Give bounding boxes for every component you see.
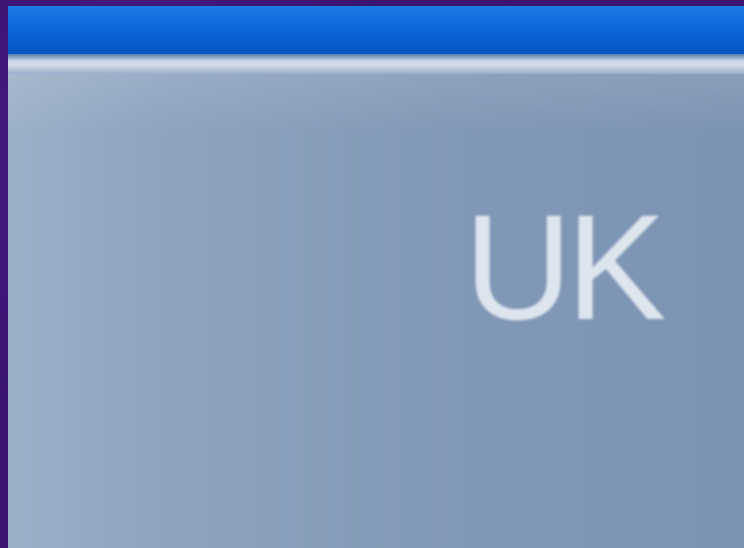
content-sheen	[8, 74, 744, 134]
window-titlebar[interactable]	[8, 6, 744, 54]
application-window: UK	[8, 6, 744, 548]
region-label: UK	[464, 183, 666, 351]
content-panel: UK	[8, 74, 744, 548]
titlebar-divider	[8, 54, 744, 74]
desktop-background: UK	[0, 0, 744, 548]
